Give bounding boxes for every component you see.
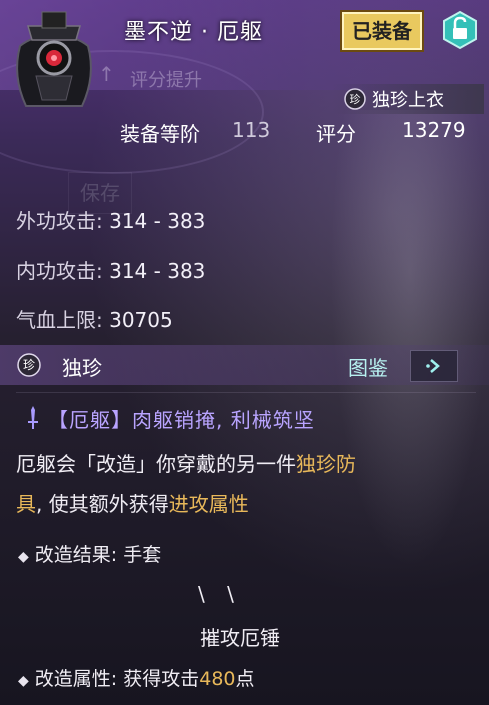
stat-label: 气血上限: [16, 308, 103, 332]
treasure-quality-icon: 珍 [344, 88, 366, 110]
chevron-right-icon [426, 359, 440, 373]
stat-value: 30705 [109, 308, 173, 332]
attr-label: 改造属性: [34, 668, 118, 690]
stat-value: 314 - 383 [109, 209, 206, 233]
desc-highlight: 具 [16, 492, 36, 516]
attr-prefix: 获得攻击 [123, 668, 200, 690]
result-value: 手套 [123, 544, 162, 566]
item-avatar-icon [6, 6, 102, 114]
attribute-row: ◆ 改造属性: 获得攻击480点 [18, 664, 255, 691]
codex-button[interactable] [410, 350, 458, 382]
level-label: 装备等阶 [120, 122, 200, 146]
stat-label: 外功攻击: [16, 209, 103, 233]
quality-label: 独珍上衣 [372, 90, 444, 111]
svg-text:珍: 珍 [350, 93, 361, 106]
stat-label: 内功攻击: [16, 259, 103, 283]
item-tooltip-panel: 墨不逆 · 厄躯 已装备 ↑ 评分提升 珍 独珍上衣 装备等阶 113 评分 1… [0, 0, 489, 705]
codex-label[interactable]: 图鉴 [348, 352, 388, 381]
lock-button[interactable] [440, 10, 480, 50]
score-value: 13279 [402, 118, 466, 142]
sword-icon [28, 406, 38, 429]
result-row: ◆ 改造结果: 手套 [18, 540, 161, 567]
stat-row: 外功攻击: 314 - 383 [16, 205, 205, 234]
stat-row: 气血上限: 30705 [16, 304, 173, 333]
stat-row: 内功攻击: 314 - 383 [16, 255, 205, 284]
effect-title: 【厄躯】肉躯销掩, 利械筑坚 [48, 408, 315, 432]
lock-open-icon [443, 10, 477, 50]
section-title: 独珍 [62, 356, 102, 380]
stat-value: 314 - 383 [109, 259, 206, 283]
diamond-bullet-icon: ◆ [18, 673, 29, 689]
score-up-label: 评分提升 [130, 70, 202, 91]
attr-value: 480 [199, 668, 236, 690]
treasure-quality-icon: 珍 [17, 353, 41, 377]
attr-suffix: 点 [235, 668, 255, 690]
divider [16, 392, 476, 393]
score-up-arrow: ↑ [98, 62, 115, 86]
svg-text:珍: 珍 [23, 358, 35, 372]
effect-description-line-1: 厄躯会「改造」你穿戴的另一件独珍防 [16, 446, 476, 482]
desc-text: , 使其额外获得 [36, 492, 169, 516]
equipped-badge: 已装备 [340, 10, 424, 52]
effect-description-line-2: 具, 使其额外获得进攻属性 [16, 486, 476, 522]
desc-highlight: 独珍防 [296, 452, 356, 476]
result-label: 改造结果: [34, 544, 118, 566]
diamond-bullet-icon: ◆ [18, 549, 29, 565]
level-value: 113 [232, 118, 271, 142]
item-name: 墨不逆 · 厄躯 [124, 20, 263, 45]
transform-arrows: \ \ [198, 582, 242, 606]
desc-highlight: 进攻属性 [168, 492, 249, 516]
result-item-name: 摧攻厄锤 [200, 626, 280, 650]
desc-text: 厄躯会「改造」你穿戴的另一件 [16, 452, 296, 476]
score-label: 评分 [316, 122, 356, 146]
